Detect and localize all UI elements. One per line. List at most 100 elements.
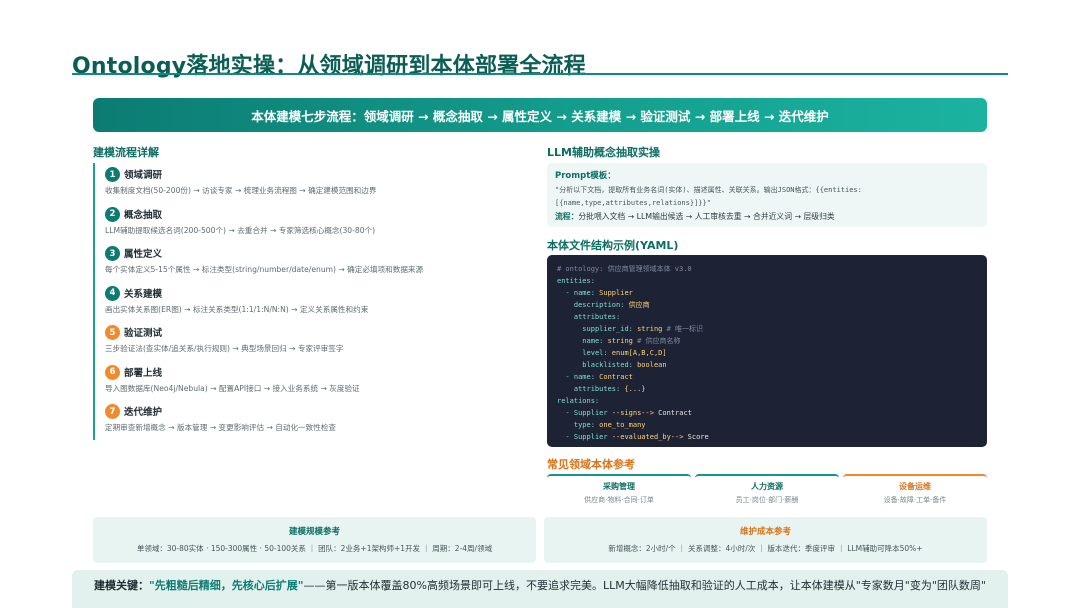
page-title: Ontology落地实操：从领域调研到本体部署全流程 bbox=[72, 54, 586, 79]
code-key: entities: bbox=[557, 277, 595, 285]
reference-tab-items: 设备·故障·工单·备件 bbox=[883, 496, 947, 504]
yaml-code-line: attributes: bbox=[557, 311, 977, 323]
step-item: 7 迭代维护 定期审查新增概念 → 版本管理 → 变更影响评估 → 自动化一致性… bbox=[93, 400, 533, 440]
reference-tab: 设备运维 设备·故障·工单·备件 bbox=[843, 474, 987, 508]
step-item: 2 概念抽取 LLM辅助提取候选名词(200-500个) → 去重合并 → 专家… bbox=[93, 202, 533, 242]
reference-tab-items: 员工·岗位·部门·薪酬 bbox=[735, 496, 799, 504]
step-name: 概念抽取 bbox=[124, 209, 163, 221]
process-heading: 建模流程详解 bbox=[93, 146, 159, 159]
yaml-code-block: # ontology: 供应商管理领域本体 v3.0 entities: - na… bbox=[547, 255, 987, 447]
code-key: - Supplier bbox=[565, 409, 608, 417]
scale-card-text: 单领域：30-80实体 · 150-300属性 · 50-100关系 ｜ 团队：… bbox=[136, 544, 493, 553]
step-number-badge: 6 bbox=[105, 364, 120, 380]
code-comment: # 供应商名称 bbox=[632, 337, 681, 345]
code-key: - name: bbox=[565, 289, 595, 297]
code-comment: # ontology: 供应商管理领域本体 v3.0 bbox=[557, 265, 692, 273]
code-key: blacklisted: bbox=[582, 361, 633, 369]
code-value: {...} bbox=[620, 385, 646, 393]
yaml-code-line: supplier_id: string # 唯一标识 bbox=[557, 323, 977, 335]
step-description: 收集制度文档(50-200份) → 访谈专家 → 梳理业务流程图 → 确定建模范… bbox=[105, 186, 377, 195]
reference-tab: 人力资源 员工·岗位·部门·薪酬 bbox=[695, 474, 839, 508]
step-description: 每个实体定义5-15个属性 → 标注类型(string/number/date/… bbox=[105, 265, 424, 274]
code-value: enum[A,B,C,D] bbox=[607, 349, 667, 357]
cost-reference-card: 维护成本参考 新增概念：2小时/个 ｜ 关系调整：4小时/次 ｜ 版本迭代：季度… bbox=[544, 517, 987, 563]
code-key: relations: bbox=[557, 397, 600, 405]
yaml-code-line: # ontology: 供应商管理领域本体 v3.0 bbox=[557, 263, 977, 275]
step-number-badge: 4 bbox=[105, 285, 120, 301]
prompt-template-box: Prompt模板： "分析以下文档，提取所有业务名词(实体)、描述属性、关联关系… bbox=[547, 163, 987, 227]
yaml-code-line: level: enum[A,B,C,D] bbox=[557, 347, 977, 359]
code-key: level: bbox=[582, 349, 608, 357]
key-point-label: 建模关键： bbox=[94, 579, 150, 592]
process-banner: 本体建模七步流程：领域调研 → 概念抽取 → 属性定义 → 关系建模 → 验证测… bbox=[93, 98, 987, 132]
prompt-flow: 流程：分批喂入文档 → LLM输出候选 → 人工审核去重 → 合并近义词 → 层… bbox=[555, 211, 979, 222]
cost-card-title: 维护成本参考 bbox=[739, 527, 791, 537]
reference-tabs: 采购管理 供应商·物料·合同·订单 人力资源 员工·岗位·部门·薪酬 设备运维 … bbox=[547, 474, 987, 508]
step-item: 4 关系建模 画出实体关系图(ER图) → 标注关系类型(1:1/1:N/N:N… bbox=[93, 281, 533, 321]
yaml-code-line: - Supplier --signs--> Contract bbox=[557, 407, 977, 419]
step-name: 迭代维护 bbox=[124, 407, 163, 418]
key-point-text: ——第一版本体覆盖80%高频场景即可上线，不要追求完美。LLM大幅降低抽取和验证… bbox=[303, 579, 986, 592]
cost-card-text: 新增概念：2小时/个 ｜ 关系调整：4小时/次 ｜ 版本迭代：季度评审 ｜ LL… bbox=[608, 544, 923, 553]
step-number-badge: 2 bbox=[105, 206, 120, 222]
code-key: name: bbox=[582, 337, 604, 345]
code-value: 供应商 bbox=[624, 301, 650, 309]
yaml-code-line: attributes: {...} bbox=[557, 383, 977, 395]
step-item: 6 部署上线 导入图数据库(Neo4j/Nebula) → 配置API接口 → … bbox=[93, 360, 533, 400]
code-key: supplier_id: bbox=[582, 325, 633, 333]
code-comment: Score bbox=[683, 433, 709, 441]
reference-tab-name: 人力资源 bbox=[751, 482, 783, 491]
yaml-code-line: - name: Supplier bbox=[557, 287, 977, 299]
references-heading: 常见领域本体参考 bbox=[547, 458, 635, 471]
code-value: string bbox=[632, 325, 663, 333]
step-name: 领域调研 bbox=[124, 170, 163, 181]
key-point-bar: 建模关键："先粗糙后精细，先核心后扩展"——第一版本体覆盖80%高频场景即可上线… bbox=[72, 570, 1008, 608]
step-description: 三步验证法(查实体/追关系/执行规则) → 典型场景回归 → 专家评审签字 bbox=[105, 344, 344, 353]
code-value: one_to_many bbox=[594, 421, 646, 429]
prompt-text: "分析以下文档，提取所有业务名词(实体)、描述属性、关联关系。输出JSON格式：… bbox=[555, 184, 979, 210]
prompt-text-line: [{name,type,attributes,relations}]}}" bbox=[555, 199, 711, 207]
scale-reference-card: 建模规模参考 单领域：30-80实体 · 150-300属性 · 50-100关… bbox=[93, 517, 536, 563]
reference-tab-name: 设备运维 bbox=[899, 482, 931, 491]
step-number-badge: 5 bbox=[105, 325, 120, 340]
yaml-code-line: description: 供应商 bbox=[557, 299, 977, 311]
flow-text: 分批喂入文档 → LLM输出候选 → 人工审核去重 → 合并近义词 → 层级归类 bbox=[578, 212, 835, 221]
title-divider bbox=[72, 73, 1008, 75]
step-number-badge: 1 bbox=[105, 167, 120, 182]
code-key: description: bbox=[573, 301, 625, 309]
code-value: Supplier bbox=[594, 289, 633, 297]
yaml-code-line: - name: Contract bbox=[557, 371, 977, 383]
scale-card-title: 建模规模参考 bbox=[288, 527, 340, 537]
reference-tab-name: 采购管理 bbox=[603, 482, 635, 491]
yaml-code-line: type: one_to_many bbox=[557, 419, 977, 431]
step-description: 导入图数据库(Neo4j/Nebula) → 配置API接口 → 接入业务系统 … bbox=[105, 383, 360, 393]
step-item: 3 属性定义 每个实体定义5-15个属性 → 标注类型(string/numbe… bbox=[93, 242, 533, 282]
step-name: 关系建模 bbox=[124, 288, 163, 300]
step-description: 定期审查新增概念 → 版本管理 → 变更影响评估 → 自动化一致性检查 bbox=[105, 423, 337, 432]
code-key: type: bbox=[573, 421, 595, 429]
flow-label: 流程： bbox=[555, 212, 579, 221]
code-key: - Supplier bbox=[565, 433, 608, 441]
step-number-badge: 3 bbox=[105, 246, 120, 261]
prompt-text-line: "分析以下文档，提取所有业务名词(实体)、描述属性、关联关系。输出JSON格式：… bbox=[555, 186, 862, 194]
step-description: LLM辅助提取候选名词(200-500个) → 去重合并 → 专家筛选核心概念(… bbox=[105, 225, 376, 235]
yaml-code-line: name: string # 供应商名称 bbox=[557, 335, 977, 347]
reference-tab: 采购管理 供应商·物料·合同·订单 bbox=[547, 474, 691, 508]
reference-tab-items: 供应商·物料·合同·订单 bbox=[584, 496, 654, 504]
yaml-code-line: - Supplier --evaluated_by--> Score bbox=[557, 431, 977, 443]
code-comment: # 唯一标识 bbox=[662, 325, 704, 333]
llm-heading: LLM辅助概念抽取实操 bbox=[547, 146, 660, 159]
step-description: 画出实体关系图(ER图) → 标注关系类型(1:1/1:N/N:N) → 定义关… bbox=[105, 304, 369, 314]
code-key: attributes: bbox=[573, 313, 621, 321]
step-number-badge: 7 bbox=[105, 404, 120, 419]
key-point-emphasis: "先粗糙后精细，先核心后扩展" bbox=[149, 579, 304, 592]
yaml-code-line: blacklisted: boolean bbox=[557, 359, 977, 371]
